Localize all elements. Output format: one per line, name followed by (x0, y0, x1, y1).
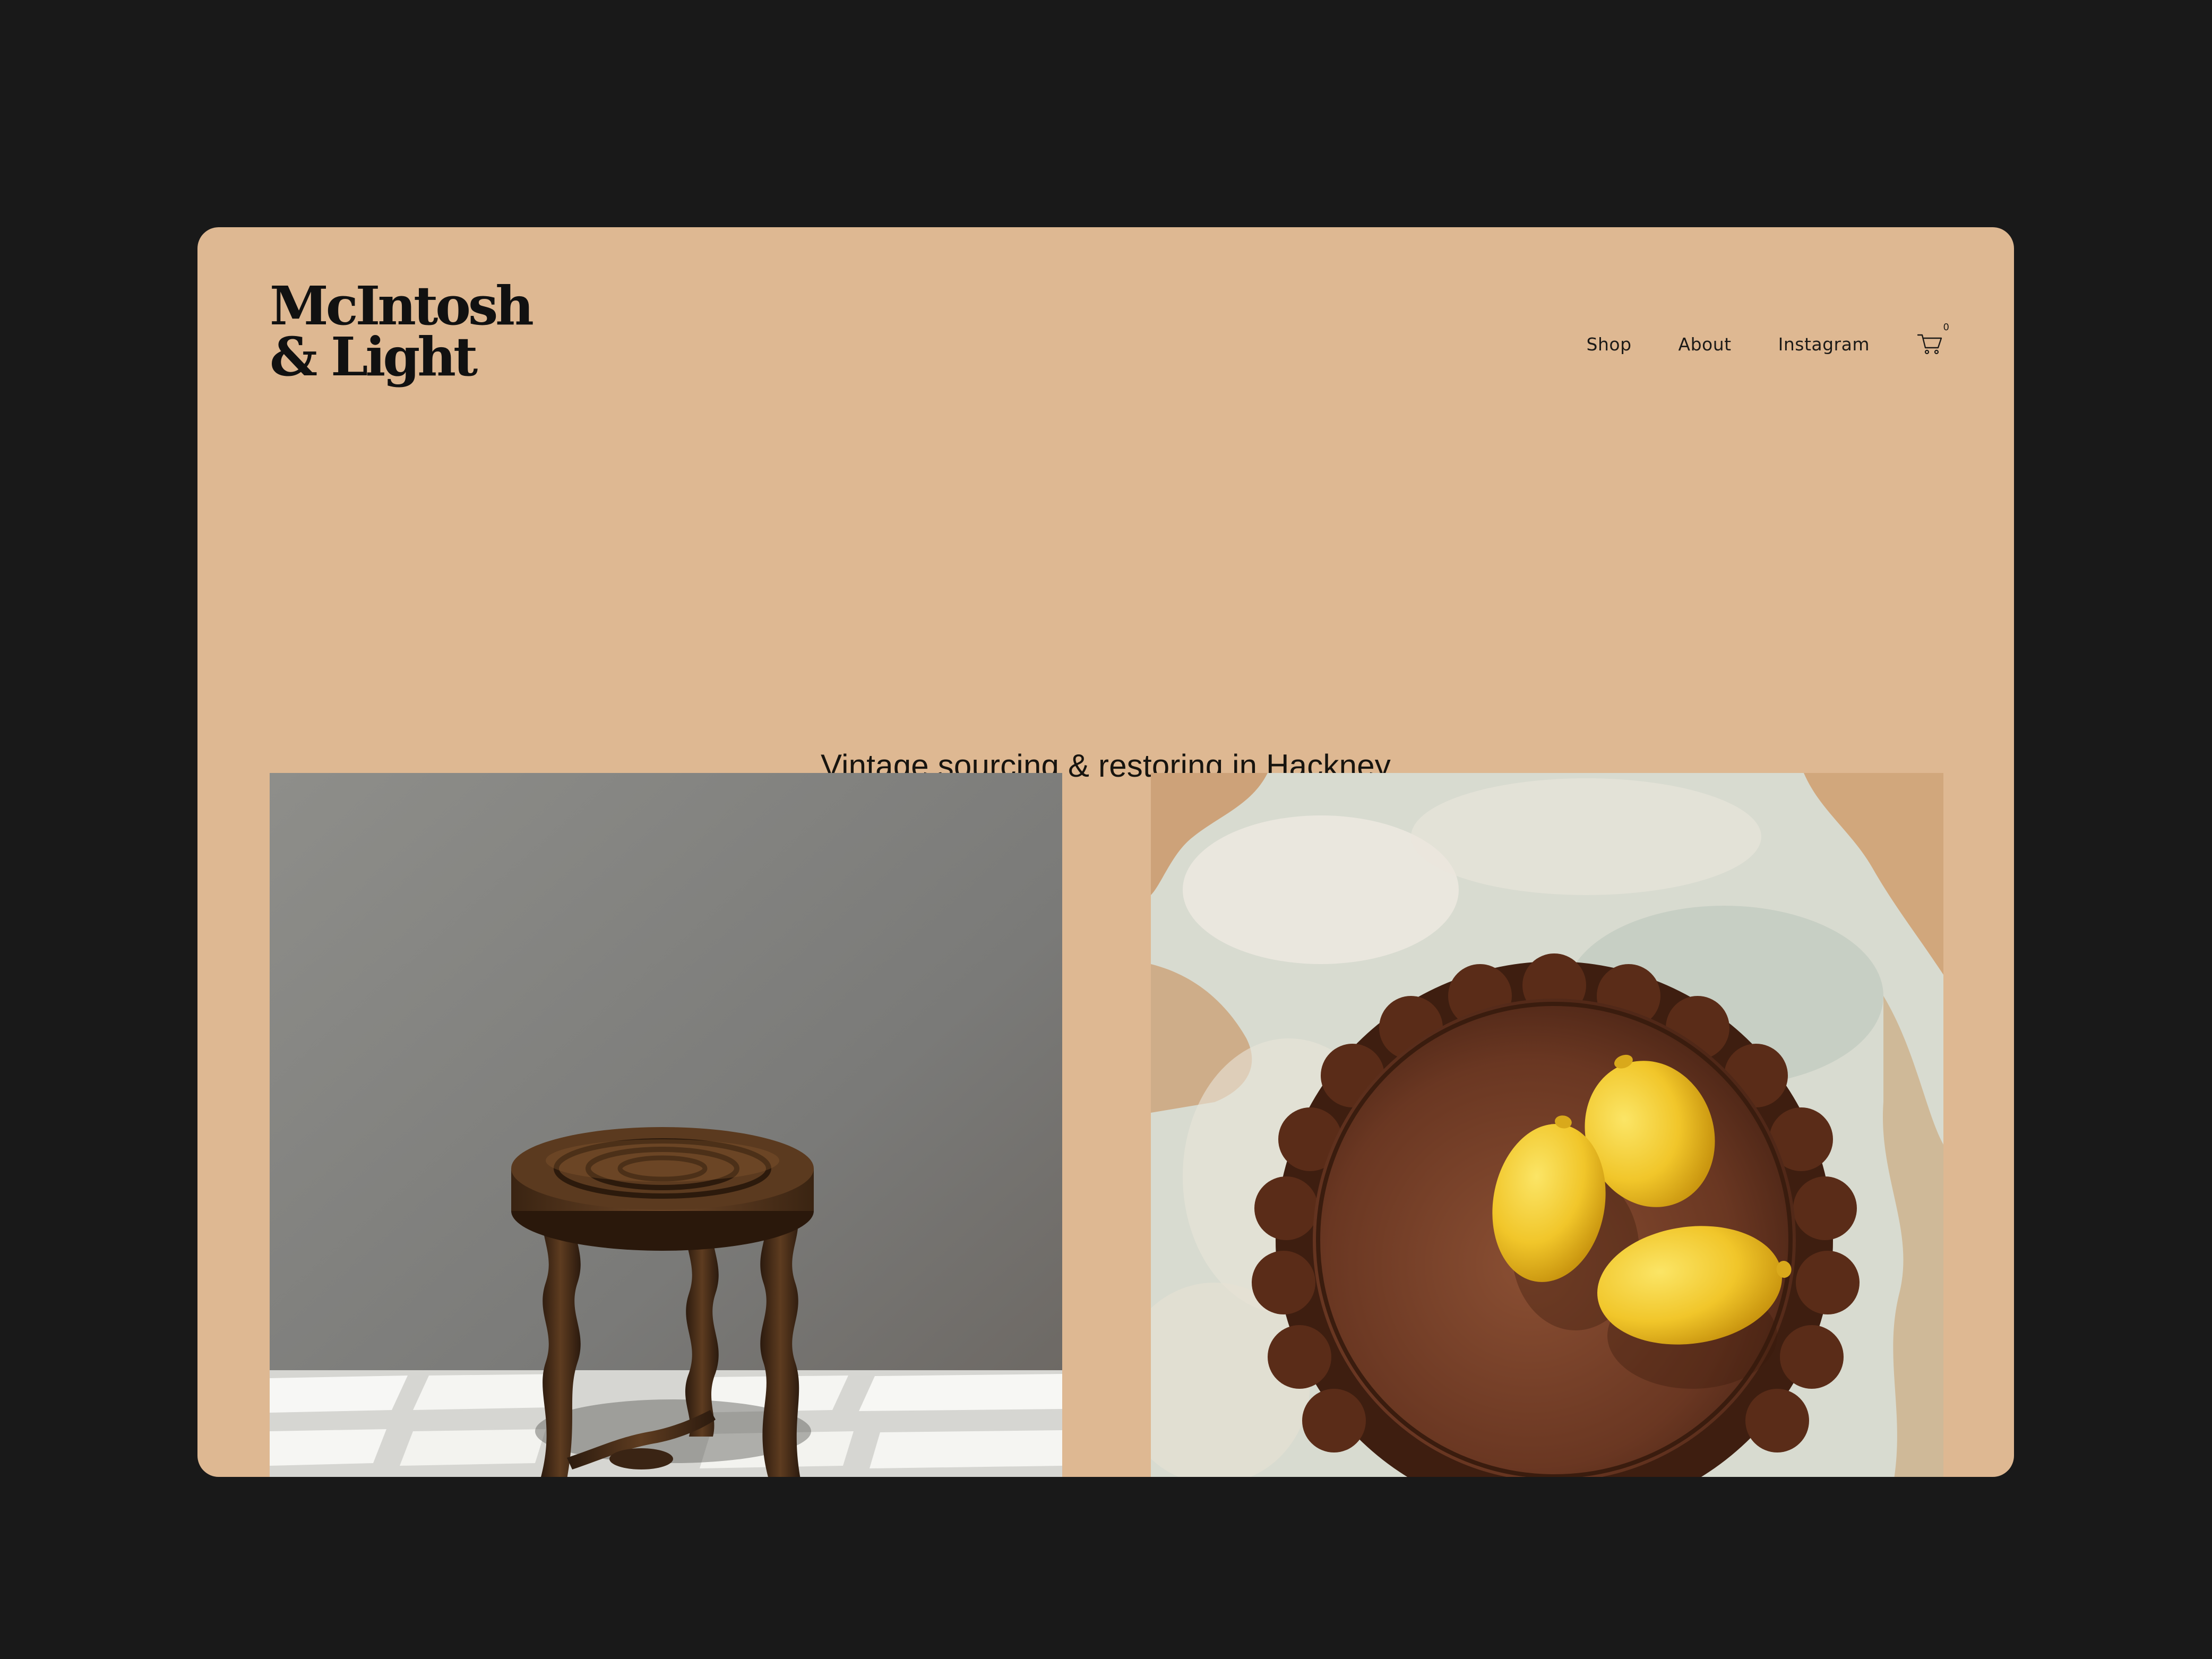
brand-line-1: McIntosh (270, 274, 534, 337)
brand-logo[interactable]: McIntosh & Light (270, 274, 534, 388)
stool-photo (270, 773, 1062, 1477)
site-window: McIntosh & Light Shop About Instagram 0 … (197, 227, 2014, 1477)
main-nav: Shop About Instagram 0 (1587, 322, 1949, 365)
cart-count-badge: 0 (1943, 322, 1949, 333)
cart-icon (1917, 334, 1942, 355)
nav-shop-link[interactable]: Shop (1587, 334, 1632, 355)
gallery-image-lemons[interactable] (1151, 773, 1943, 1477)
nav-instagram-link[interactable]: Instagram (1778, 334, 1870, 355)
lemons-photo (1151, 773, 1943, 1477)
gallery-image-stool[interactable] (270, 773, 1062, 1477)
nav-about-link[interactable]: About (1679, 334, 1732, 355)
cart-button[interactable]: 0 (1915, 322, 1949, 359)
brand-line-2: & Light (270, 325, 478, 388)
